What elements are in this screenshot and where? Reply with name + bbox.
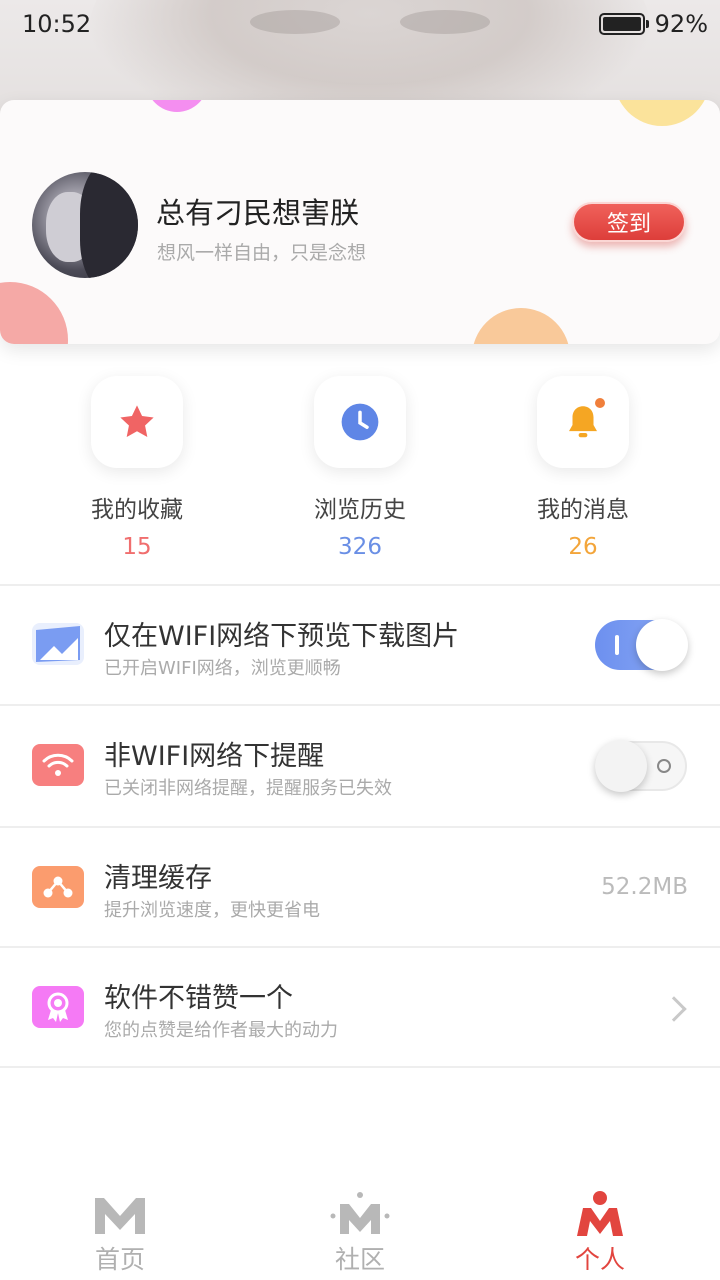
cache-size: 52.2MB — [601, 874, 688, 900]
chevron-right-icon — [661, 996, 687, 1022]
decor-bubble — [146, 100, 208, 112]
nav-label: 个人 — [574, 1245, 625, 1274]
nav-label: 社区 — [334, 1245, 385, 1274]
decor-bubble — [0, 282, 68, 344]
star-icon — [120, 405, 154, 438]
status-time: 10:52 — [22, 10, 92, 38]
profile-name: 总有刁民想害朕 — [156, 196, 360, 230]
nav-label: 首页 — [94, 1245, 145, 1274]
setting-title: 非WIFI网络下提醒 — [104, 741, 325, 772]
shortcut-count: 26 — [568, 534, 598, 560]
shortcut-label: 我的消息 — [537, 497, 629, 523]
battery-icon — [598, 13, 649, 35]
setting-like-app[interactable]: 软件不错赞一个 您的点赞是给作者最大的动力 — [0, 948, 720, 1066]
profile-motto: 想风一样自由，只是念想 — [157, 242, 367, 264]
bottom-nav: 首页 社区 个人 — [0, 1180, 720, 1280]
image-icon — [32, 623, 84, 665]
m-logo-icon — [95, 1198, 145, 1234]
person-m-icon — [577, 1191, 623, 1236]
wifi-preview-toggle[interactable] — [595, 619, 688, 671]
battery-percentage: 92% — [654, 10, 708, 38]
decor-bubble — [614, 100, 710, 126]
setting-title: 清理缓存 — [104, 863, 212, 894]
setting-wifi-preview[interactable]: 仅在WIFI网络下预览下载图片 已开启WIFI网络，浏览更顺畅 — [0, 586, 720, 704]
community-icon — [330, 1192, 390, 1234]
history-tile[interactable] — [314, 376, 406, 468]
checkin-button[interactable]: 签到 — [572, 202, 686, 242]
setting-clear-cache[interactable]: 清理缓存 提升浏览速度，更快更省电 52.2MB — [0, 828, 720, 946]
setting-title: 软件不错赞一个 — [104, 983, 293, 1014]
clock-icon — [341, 403, 379, 441]
profile-card: 总有刁民想害朕 想风一样自由，只是念想 签到 — [0, 100, 720, 344]
shortcut-label: 浏览历史 — [314, 497, 406, 523]
avatar[interactable] — [32, 172, 138, 278]
shortcut-history[interactable]: 浏览历史 326 — [265, 376, 455, 560]
divider — [0, 1066, 720, 1068]
status-bar: 10:52 92% — [0, 0, 720, 48]
non-wifi-alert-toggle[interactable] — [595, 740, 687, 792]
messages-tile[interactable] — [537, 376, 629, 468]
share-nodes-icon — [32, 866, 84, 908]
award-icon — [32, 986, 84, 1028]
notification-dot — [595, 398, 605, 408]
shortcut-count: 15 — [122, 534, 152, 560]
shortcuts-row: 我的收藏 15 浏览历史 326 我的消息 26 — [0, 376, 720, 566]
setting-subtitle: 提升浏览速度，更快更省电 — [104, 900, 320, 921]
shortcut-messages[interactable]: 我的消息 26 — [488, 376, 678, 560]
nav-profile[interactable]: 个人 — [480, 1180, 720, 1280]
setting-title: 仅在WIFI网络下预览下载图片 — [104, 621, 460, 652]
status-right: 92% — [598, 10, 708, 38]
decor-bubble — [472, 308, 570, 344]
setting-non-wifi-alert[interactable]: 非WIFI网络下提醒 已关闭非网络提醒，提醒服务已失效 — [0, 706, 720, 824]
wifi-icon — [32, 744, 84, 786]
setting-subtitle: 已开启WIFI网络，浏览更顺畅 — [104, 658, 341, 679]
setting-subtitle: 已关闭非网络提醒，提醒服务已失效 — [104, 778, 392, 799]
nav-home[interactable]: 首页 — [0, 1180, 240, 1280]
nav-community[interactable]: 社区 — [240, 1180, 480, 1280]
shortcut-label: 我的收藏 — [91, 497, 183, 523]
favorites-tile[interactable] — [91, 376, 183, 468]
setting-subtitle: 您的点赞是给作者最大的动力 — [104, 1020, 338, 1041]
shortcut-favorites[interactable]: 我的收藏 15 — [42, 376, 232, 560]
shortcut-count: 326 — [338, 534, 382, 560]
